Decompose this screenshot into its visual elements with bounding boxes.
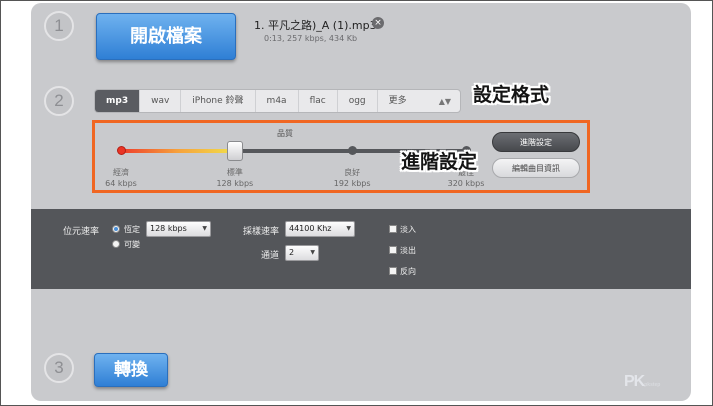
chevron-down-icon: ▼ — [202, 225, 207, 232]
convert-button[interactable]: 轉換 — [94, 353, 168, 387]
edit-track-info-button[interactable]: 編輯曲目資訊 — [492, 158, 580, 178]
remove-file-icon[interactable]: × — [372, 17, 384, 29]
tab-flac[interactable]: flac — [299, 90, 338, 112]
quality-rate: 192 kbps — [333, 179, 371, 188]
quality-title: 品質 — [277, 129, 293, 138]
quality-rate: 64 kbps — [105, 179, 137, 188]
chevron-down-icon: ▼ — [346, 225, 351, 232]
bitrate-label: 位元速率 — [63, 227, 100, 237]
watermark-main: PK — [624, 373, 645, 390]
quality-rate: 128 kbps — [216, 179, 254, 188]
quality-stop-good[interactable] — [347, 146, 357, 155]
tab-wav[interactable]: wav — [140, 90, 182, 112]
bitrate-variable-label: 可變 — [124, 240, 140, 249]
reverse-label: 反向 — [400, 267, 416, 276]
bitrate-value: 128 kbps — [150, 224, 187, 233]
advanced-annotation: 進階設定 — [401, 151, 478, 173]
quality-slider-fill — [121, 149, 235, 153]
channels-label: 通道 — [261, 251, 280, 261]
step-3-marker: 3 — [44, 353, 74, 383]
bitrate-fixed-label: 恆定 — [124, 225, 140, 234]
quality-label-economy: 經濟 64 kbps — [86, 167, 156, 189]
step-1-marker: 1 — [44, 11, 74, 41]
sample-rate-value: 44100 Khz — [289, 224, 332, 233]
advanced-settings-button[interactable]: 進階設定 — [492, 132, 580, 152]
quality-label-good: 良好 192 kbps — [317, 167, 387, 189]
screenshot-frame: 1 開啟檔案 1. 平凡之路)_A (1).mp3 × 0:13, 257 kb… — [0, 0, 713, 406]
reverse-checkbox[interactable] — [389, 267, 397, 275]
tab-mp3[interactable]: mp3 — [95, 90, 141, 112]
quality-slider-handle[interactable] — [226, 141, 243, 161]
tab-iphone-ringtone[interactable]: iPhone 鈴聲 — [181, 90, 256, 112]
quality-name: 標準 — [226, 168, 243, 177]
quality-name: 良好 — [344, 168, 361, 177]
file-meta: 0:13, 257 kbps, 434 Kb — [264, 34, 358, 43]
fade-in-label: 淡入 — [400, 225, 416, 234]
tab-m4a[interactable]: m4a — [256, 90, 299, 112]
quality-rate: 320 kbps — [447, 179, 485, 188]
quality-label-standard: 標準 128 kbps — [200, 167, 270, 189]
quality-stop-economy[interactable] — [116, 146, 126, 155]
site-watermark: PKpkstep — [624, 373, 660, 391]
more-formats-arrows-icon[interactable]: ▲▼ — [439, 97, 460, 106]
open-file-button[interactable]: 開啟檔案 — [96, 13, 236, 60]
file-name: 1. 平凡之路)_A (1).mp3 — [254, 19, 377, 32]
tab-ogg[interactable]: ogg — [338, 90, 378, 112]
bitrate-variable-radio[interactable] — [112, 240, 120, 248]
quality-name: 經濟 — [113, 168, 129, 177]
bitrate-select[interactable]: 128 kbps ▼ — [146, 221, 211, 237]
fade-in-checkbox[interactable] — [389, 225, 397, 233]
format-annotation: 設定格式 — [473, 84, 550, 106]
bitrate-fixed-radio[interactable] — [112, 225, 120, 233]
fade-out-label: 淡出 — [400, 246, 416, 255]
converter-panel: 1 開啟檔案 1. 平凡之路)_A (1).mp3 × 0:13, 257 kb… — [31, 3, 691, 401]
chevron-down-icon: ▼ — [310, 249, 315, 256]
channels-select[interactable]: 2 ▼ — [285, 245, 319, 261]
sample-rate-label: 採樣速率 — [243, 227, 280, 237]
format-tabs: mp3 wav iPhone 鈴聲 m4a flac ogg 更多 ▲▼ — [94, 89, 461, 113]
advanced-settings-panel: 位元速率 恆定 可變 128 kbps ▼ 採樣速率 44100 Khz ▼ 通道 … — [31, 209, 691, 289]
fade-out-checkbox[interactable] — [389, 246, 397, 254]
channels-value: 2 — [289, 248, 295, 257]
step-2-marker: 2 — [44, 86, 74, 116]
tab-more[interactable]: 更多 — [378, 90, 418, 112]
watermark-small: pkstep — [644, 382, 661, 388]
sample-rate-select[interactable]: 44100 Khz ▼ — [285, 221, 355, 237]
